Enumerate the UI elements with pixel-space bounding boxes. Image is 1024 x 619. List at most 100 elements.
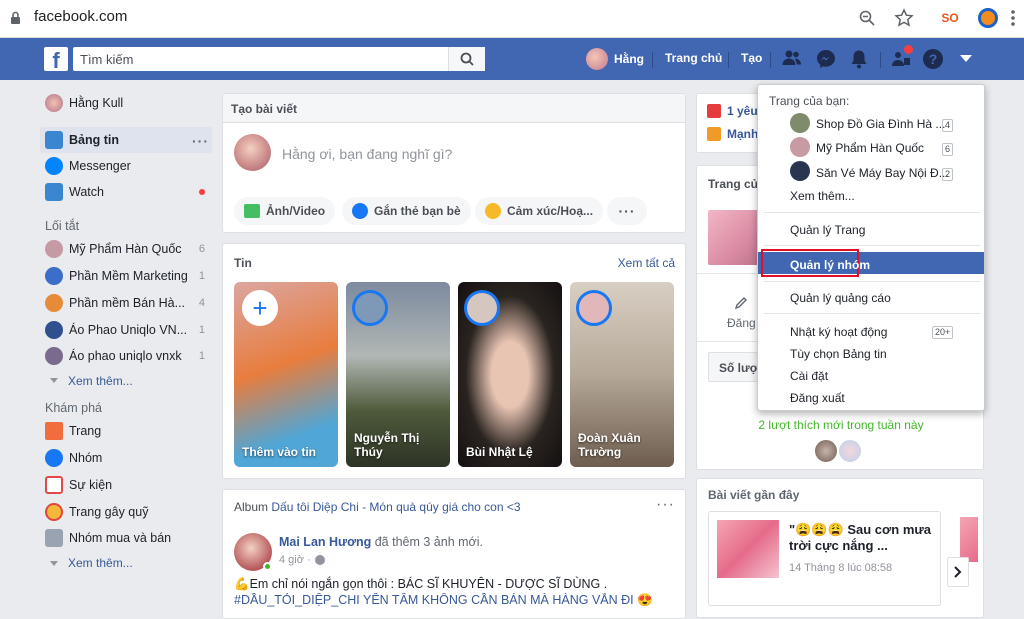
dropdown-page-item[interactable]: Mỹ Phẩm Hàn Quốc xyxy=(816,141,924,155)
manage-ads-item[interactable]: Quản lý quảng cáo xyxy=(790,291,891,305)
feeling-emoji-icon xyxy=(485,203,501,219)
dropdown-page-item[interactable]: Săn Vé Máy Bay Nội Đ... xyxy=(816,166,949,180)
composer-prompt[interactable]: Hằng ơi, bạn đang nghĩ gì? xyxy=(282,146,452,162)
search-input[interactable] xyxy=(73,47,485,71)
logout-item[interactable]: Đăng xuất xyxy=(790,391,845,405)
see-more-explore-link[interactable]: Xem thêm... xyxy=(68,556,133,570)
sidebar-item-label: Watch xyxy=(69,185,104,199)
account-menu-caret-icon[interactable] xyxy=(960,55,972,63)
page-avatar xyxy=(45,240,63,258)
shortcut-item[interactable]: Áo Phao Uniqlo VN... 1 xyxy=(45,318,211,342)
zoom-icon[interactable] xyxy=(858,9,876,27)
online-status-dot xyxy=(263,562,272,571)
post-time[interactable]: 4 giờ · xyxy=(279,554,311,566)
messenger-icon[interactable] xyxy=(816,49,836,69)
help-icon[interactable]: ? xyxy=(923,49,943,69)
right-top-line1[interactable]: 1 yêu xyxy=(727,104,758,118)
chevron-right-icon xyxy=(954,566,962,578)
more-composer-options-button[interactable]: ··· xyxy=(607,197,647,225)
address-bar[interactable]: facebook.com xyxy=(34,8,127,25)
story-avatar xyxy=(352,290,388,326)
see-all-stories-link[interactable]: Xem tất cả xyxy=(618,256,675,270)
sidebar-item-label: Nhóm mua và bán xyxy=(69,531,172,545)
sidebar-item-buy-sell[interactable]: Nhóm mua và bán xyxy=(45,526,211,550)
sidebar-item-fundraisers[interactable]: Trang gây quỹ xyxy=(45,500,211,524)
shortcut-label: Mỹ Phẩm Hàn Quốc xyxy=(69,242,182,256)
sidebar-item-pages[interactable]: Trang xyxy=(45,419,211,443)
home-link[interactable]: Trang chủ xyxy=(665,51,722,65)
album-link[interactable]: Dấu tôi Diệp Chi - Món quà qúy giá cho c… xyxy=(271,500,520,514)
liker-avatar[interactable] xyxy=(837,438,863,464)
watch-icon xyxy=(45,183,63,201)
sidebar-item-newsfeed-row[interactable]: Bảng tin ··· xyxy=(45,128,211,152)
photo-icon xyxy=(244,204,260,218)
see-more-shortcuts-link[interactable]: Xem thêm... xyxy=(68,374,133,388)
avatar xyxy=(234,134,271,171)
feeling-activity-button[interactable]: Cảm xúc/Hoạ... xyxy=(475,197,604,225)
notification-dot xyxy=(904,45,913,54)
notifications-bell-icon[interactable] xyxy=(850,49,868,69)
tag-friends-button[interactable]: Gắn thẻ bạn bè xyxy=(342,197,471,225)
dropdown-page-item[interactable]: Shop Đồ Gia Đình Hà ... xyxy=(816,117,945,131)
divider xyxy=(764,212,980,213)
facebook-logo-icon[interactable]: f xyxy=(44,47,68,73)
story-avatar xyxy=(576,290,612,326)
liker-avatar[interactable] xyxy=(813,438,839,464)
sidebar-item-label: Bảng tin xyxy=(69,133,119,147)
edit-pencil-icon[interactable] xyxy=(734,296,748,310)
post-author[interactable]: Mai Lan Hương xyxy=(279,535,371,549)
chevron-down-icon xyxy=(50,561,58,567)
recent-post-title: "😩😩😩 Sau cơn mưa trời cực nắng ... xyxy=(789,522,932,553)
more-options-icon[interactable]: ··· xyxy=(656,496,675,514)
activity-log-item[interactable]: Nhật ký hoạt động xyxy=(790,325,887,339)
sidebar-item-events[interactable]: Sự kiện xyxy=(45,473,211,497)
browser-menu-icon[interactable] xyxy=(1010,8,1016,28)
story-card-add[interactable]: + Thêm vào tin xyxy=(234,282,338,467)
likes-this-week[interactable]: 2 lượt thích mới trong tuần này xyxy=(697,418,985,432)
page-avatar xyxy=(45,347,63,365)
profile-link[interactable]: Hằng xyxy=(586,48,644,70)
manage-pages-item[interactable]: Quản lý Trang xyxy=(790,223,865,237)
settings-item[interactable]: Cài đặt xyxy=(790,369,828,383)
story-card[interactable]: Bùi Nhật Lệ xyxy=(458,282,562,467)
news-feed-preferences-item[interactable]: Tùy chọn Bảng tin xyxy=(790,347,887,361)
explore-heading: Khám phá xyxy=(45,401,102,415)
globe-icon xyxy=(314,555,325,565)
right-top-line2[interactable]: Mạnh xyxy=(727,127,758,141)
shortcut-count: 1 xyxy=(198,270,205,282)
dropdown-see-more[interactable]: Xem thêm... xyxy=(790,189,855,203)
extension-icon[interactable]: SO xyxy=(940,8,960,28)
post-composer: Tạo bài viết Hằng ơi, bạn đang nghĩ gì? … xyxy=(222,93,686,233)
account-dropdown-menu: Trang của bạn: Shop Đồ Gia Đình Hà ... 4… xyxy=(757,84,985,411)
divider xyxy=(880,52,881,68)
recent-post-date: 14 Tháng 8 lúc 08:58 xyxy=(789,562,893,574)
shortcut-item[interactable]: Phần mềm Bán Hà... 4 xyxy=(45,291,211,315)
shortcut-item[interactable]: Phần Mềm Marketing 1 xyxy=(45,264,211,288)
story-card[interactable]: Nguyễn Thị Thúy xyxy=(346,282,450,467)
sidebar-item-groups[interactable]: Nhóm xyxy=(45,446,211,470)
photo-video-button[interactable]: Ảnh/Video xyxy=(234,197,336,225)
post-author-line: Mai Lan Hương đã thêm 3 ảnh mới. xyxy=(279,535,483,549)
shortcut-item[interactable]: Mỹ Phẩm Hàn Quốc 6 xyxy=(45,237,211,261)
sidebar-item-label: Trang xyxy=(69,424,102,438)
sidebar-profile[interactable]: Hằng Kull xyxy=(45,91,211,115)
create-link[interactable]: Tạo xyxy=(741,51,762,65)
next-arrow-button[interactable] xyxy=(947,557,969,587)
post-text-hashtag[interactable]: #DẦU_TỎI_DIỆP_CHI YÊN TÂM KHÔNG CẦN BÁN … xyxy=(234,593,684,608)
extension-icon[interactable] xyxy=(978,8,998,28)
publish-label[interactable]: Đăng xyxy=(727,316,756,330)
more-options-icon[interactable]: ··· xyxy=(192,133,209,149)
post-timestamp-row: 4 giờ · xyxy=(279,554,325,566)
sidebar-item-label: Nhóm xyxy=(69,451,103,465)
search-button[interactable] xyxy=(448,47,485,71)
sidebar-item-watch[interactable]: Watch xyxy=(45,180,211,204)
recent-post-item[interactable]: "😩😩😩 Sau cơn mưa trời cực nắng ... 14 Th… xyxy=(708,511,941,606)
story-card[interactable]: Đoàn Xuân Trường xyxy=(570,282,674,467)
add-story-plus-icon[interactable]: + xyxy=(242,290,278,326)
bookmark-star-icon[interactable] xyxy=(894,8,914,28)
post-text: 💪Em chỉ nói ngắn gọn thôi : BÁC SĨ KHUYÊ… xyxy=(234,577,608,591)
shortcut-item[interactable]: Áo phao uniqlo vnxk 1 xyxy=(45,344,211,368)
sidebar-item-messenger[interactable]: Messenger xyxy=(45,154,211,178)
friend-requests-icon[interactable] xyxy=(782,49,802,67)
shortcut-label: Phần Mềm Marketing xyxy=(69,269,188,283)
